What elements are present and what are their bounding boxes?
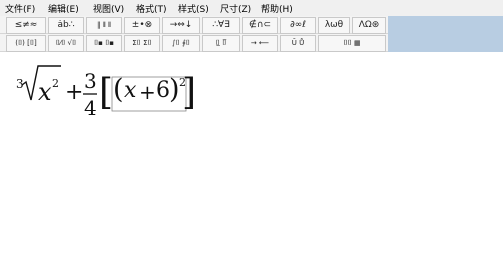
arrow-symbols-button[interactable]: →⇔↓ — [162, 17, 200, 34]
menu-file[interactable]: 文件(F) — [5, 2, 35, 15]
greek-lowercase-button[interactable]: λωθ — [318, 17, 350, 34]
radicand-exponent: 2 — [52, 77, 59, 90]
underbar-overbar-templates-button[interactable]: ⌷̲ ⌷̅ — [202, 35, 240, 52]
menu-format[interactable]: 格式(T) — [136, 2, 167, 15]
menu-edit[interactable]: 编辑(E) — [48, 2, 79, 15]
logical-symbols-button[interactable]: ∴∀∃ — [202, 17, 240, 34]
plus-sign: + — [65, 80, 84, 105]
close-bracket: ] — [182, 72, 197, 113]
inner-constant: 6 — [156, 78, 170, 103]
equation-canvas[interactable]: 3 x 2 + 3 4 [ ( x + 6 ) 2 ] — [0, 52, 503, 251]
inner-variable: x — [124, 78, 137, 103]
template-toolbar: (⌷) [⌷] ⌷⁄⌷ √⌷ ⌷▪ ⌷▪ Σ⌷ Σ⌷ ∫⌷ ∮⌷ ⌷̲ ⌷̅ →… — [0, 34, 388, 52]
spaces-ellipses-button[interactable]: ȧb∴ — [48, 17, 84, 34]
root-index: 3 — [16, 77, 24, 91]
side-panel — [388, 16, 503, 52]
fence-templates-button[interactable]: (⌷) [⌷] — [6, 35, 46, 52]
fraction-numerator: 3 — [84, 69, 97, 93]
menu-help[interactable]: 帮助(H) — [261, 2, 293, 15]
relation-symbols-button[interactable]: ≤≠≈ — [6, 17, 46, 34]
menu-view[interactable]: 视图(V) — [93, 2, 124, 15]
inner-plus-sign: + — [139, 80, 156, 104]
matrix-templates-button[interactable]: ⌷⌷ ▦ — [318, 35, 386, 52]
close-paren: ) — [169, 74, 180, 105]
subscript-superscript-templates-button[interactable]: ⌷▪ ⌷▪ — [86, 35, 122, 52]
menu-bar: 文件(F) 编辑(E) 视图(V) 格式(T) 样式(S) 尺寸(Z) 帮助(H… — [0, 0, 503, 16]
fraction-denominator: 4 — [84, 96, 97, 120]
operator-symbols-button[interactable]: ±•⊗ — [124, 17, 160, 34]
product-set-templates-button[interactable]: Ū Ů — [280, 35, 316, 52]
embellishments-button[interactable]: ‖ ⦀ ⦀ — [86, 17, 122, 34]
summation-templates-button[interactable]: Σ⌷ Σ⌷ — [124, 35, 160, 52]
greek-uppercase-button[interactable]: ΛΩ⊛ — [352, 17, 386, 34]
open-bracket: [ — [99, 72, 114, 113]
open-paren: ( — [113, 74, 124, 105]
menu-size[interactable]: 尺寸(Z) — [220, 2, 251, 15]
labeled-arrow-templates-button[interactable]: → ⟵ — [242, 35, 278, 52]
radicand-base: x — [38, 78, 52, 106]
misc-symbols-button[interactable]: ∂∞ℓ — [280, 17, 316, 34]
menu-style[interactable]: 样式(S) — [178, 2, 209, 15]
symbol-toolbar: ≤≠≈ ȧb∴ ‖ ⦀ ⦀ ±•⊗ →⇔↓ ∴∀∃ ∉∩⊂ ∂∞ℓ λωθ ΛΩ… — [0, 16, 388, 34]
fraction-radical-templates-button[interactable]: ⌷⁄⌷ √⌷ — [48, 35, 84, 52]
set-theory-symbols-button[interactable]: ∉∩⊂ — [242, 17, 278, 34]
integral-templates-button[interactable]: ∫⌷ ∮⌷ — [162, 35, 200, 52]
